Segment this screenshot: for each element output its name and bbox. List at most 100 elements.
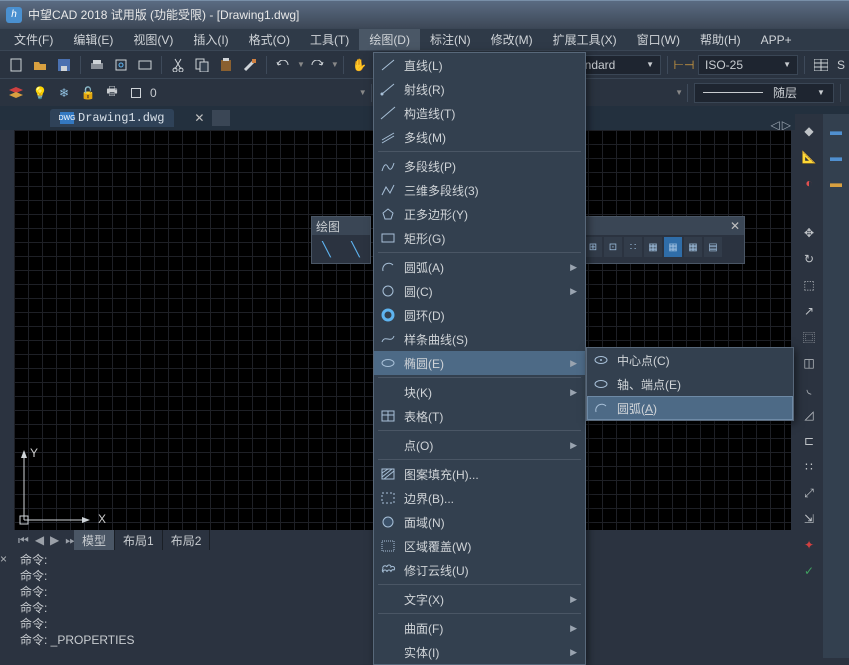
menu-绘图(D)[interactable]: 绘图(D) [359,29,420,50]
layer-freeze-icon[interactable]: ❄ [53,82,75,104]
menu-编辑(E)[interactable]: 编辑(E) [63,29,123,50]
join-icon[interactable]: ✓ [798,560,820,582]
tab-model[interactable]: 模型 [74,530,115,551]
menu-修改(M)[interactable]: 修改(M) [481,29,543,50]
scale-icon[interactable]: ⤢ [798,482,820,504]
menu-item-hatch[interactable]: 图案填充(H)... [374,462,585,486]
draw-toolbar-floating[interactable]: 绘图 ╲ ╲ [311,216,371,264]
layer-color-swatch[interactable] [125,82,147,104]
prop-btn-2[interactable]: ⊡ [604,237,622,257]
menu-item-item[interactable]: 文字(X)▶ [374,587,585,611]
match-props-icon[interactable] [239,54,261,76]
dimstyle-combo[interactable]: ISO-25▼ [698,55,798,75]
menu-item-region[interactable]: 面域(N) [374,510,585,534]
new-tab-button[interactable] [212,110,230,126]
close-tab-icon[interactable]: ✕ [194,111,204,125]
menu-帮助(H)[interactable]: 帮助(H) [690,29,751,50]
palette-btn-3[interactable]: ▬ [825,172,847,194]
rotate-icon[interactable]: ↻ [798,248,820,270]
prop-btn-4[interactable]: ▦ [644,237,662,257]
menu-item-boundary[interactable]: 边界(B)... [374,486,585,510]
menu-工具(T)[interactable]: 工具(T) [300,29,359,50]
prop-btn-3[interactable]: ∷ [624,237,642,257]
palette-btn-1[interactable]: ▬ [825,120,847,142]
menu-item-xline[interactable]: 构造线(T) [374,101,585,125]
redo-icon[interactable] [306,54,328,76]
menu-item-table[interactable]: 表格(T) [374,404,585,428]
floating-toolbar-title[interactable]: 绘图 [312,217,370,235]
mirror-icon[interactable]: ◫ [798,352,820,374]
chamfer-icon[interactable]: ◿ [798,404,820,426]
undo-icon[interactable] [272,54,294,76]
offset-icon[interactable]: ⊏ [798,430,820,452]
prop-btn-5[interactable]: ▦ [664,237,682,257]
line-tool-icon[interactable]: ╲ [322,241,330,258]
tab-first-icon[interactable]: ⏮ [18,533,29,548]
submenu-item-axis[interactable]: 轴、端点(E) [587,372,793,396]
explode-icon[interactable]: ✦ [798,534,820,556]
menu-item-item[interactable]: 块(K)▶ [374,380,585,404]
submenu-item-center[interactable]: 中心点(C) [587,348,793,372]
layer-lock-icon[interactable]: 🔓 [77,82,99,104]
menu-APP+[interactable]: APP+ [751,29,802,50]
dimstyle-icon[interactable]: ⊢⊣ [673,54,695,76]
menu-视图(V)[interactable]: 视图(V) [123,29,183,50]
layer-lightbulb-icon[interactable]: 💡 [29,82,51,104]
circle-icon[interactable]: ◐ [798,172,820,194]
menu-item-mline[interactable]: 多线(M) [374,125,585,149]
tab-layout2[interactable]: 布局2 [163,530,211,551]
stretch-icon[interactable]: ⇲ [798,508,820,530]
fillet-icon[interactable]: ◟ [798,378,820,400]
menu-窗口(W)[interactable]: 窗口(W) [627,29,690,50]
menu-格式(O)[interactable]: 格式(O) [239,29,300,50]
save-icon[interactable] [53,54,75,76]
prop-btn-6[interactable]: ▦ [684,237,702,257]
tab-prev-icon[interactable]: ◀ [35,533,44,548]
layer-plot-icon[interactable]: 🖶 [101,82,123,104]
menu-item-line[interactable]: 直线(L) [374,53,585,77]
copy-icon[interactable]: ⿴ [798,326,820,348]
menu-文件(F)[interactable]: 文件(F) [4,29,63,50]
menu-item-pline[interactable]: 多段线(P) [374,154,585,178]
publish-icon[interactable] [134,54,156,76]
copy-icon[interactable] [191,54,213,76]
menu-扩展工具(X)[interactable]: 扩展工具(X) [543,29,627,50]
menu-item-item[interactable]: 实体(I)▶ [374,640,585,664]
erase-icon[interactable]: ◆ [798,120,820,142]
prop-btn-7[interactable]: ▤ [704,237,722,257]
extend-icon[interactable]: ↗ [798,300,820,322]
xline-tool-icon[interactable]: ╲ [351,241,359,258]
menu-item-polygon[interactable]: 正多边形(Y) [374,202,585,226]
tab-layout1[interactable]: 布局1 [115,530,163,551]
lineweight-combo[interactable]: 随层 ▼ [694,83,834,103]
print-preview-icon[interactable] [110,54,132,76]
tablestyle-icon[interactable] [810,54,832,76]
open-icon[interactable] [29,54,51,76]
paste-icon[interactable] [215,54,237,76]
menu-item-3dpoly[interactable]: 三维多段线(3) [374,178,585,202]
menu-item-ray[interactable]: 射线(R) [374,77,585,101]
menu-标注(N)[interactable]: 标注(N) [420,29,481,50]
menu-item-ellipse[interactable]: 椭圆(E)▶ [374,351,585,375]
pan-icon[interactable]: ✋ [349,54,371,76]
menu-item-item[interactable]: 点(O)▶ [374,433,585,457]
prop-btn-1[interactable]: ⊞ [584,237,602,257]
palette-btn-2[interactable]: ▬ [825,146,847,168]
cut-icon[interactable] [167,54,189,76]
menu-item-arc[interactable]: 圆弧(A)▶ [374,255,585,279]
menu-item-circle[interactable]: 圆(C)▶ [374,279,585,303]
menu-item-donut[interactable]: 圆环(D) [374,303,585,327]
menu-item-item[interactable]: 曲面(F)▶ [374,616,585,640]
new-icon[interactable] [5,54,27,76]
move-icon[interactable]: ✥ [798,222,820,244]
menu-item-spline[interactable]: 样条曲线(S) [374,327,585,351]
file-tab[interactable]: DWG Drawing1.dwg [50,109,174,127]
floating-close-icon[interactable]: ✕ [730,219,740,233]
properties-toolbar-floating[interactable]: ✕ ⊞ ⊡ ∷ ▦ ▦ ▦ ▤ [581,216,745,264]
array-icon[interactable]: ∷ [798,456,820,478]
print-icon[interactable] [86,54,108,76]
layer-manager-icon[interactable] [5,82,27,104]
menu-item-wipeout[interactable]: 区域覆盖(W) [374,534,585,558]
menu-插入(I)[interactable]: 插入(I) [183,29,238,50]
menu-item-revcloud[interactable]: 修订云线(U) [374,558,585,582]
